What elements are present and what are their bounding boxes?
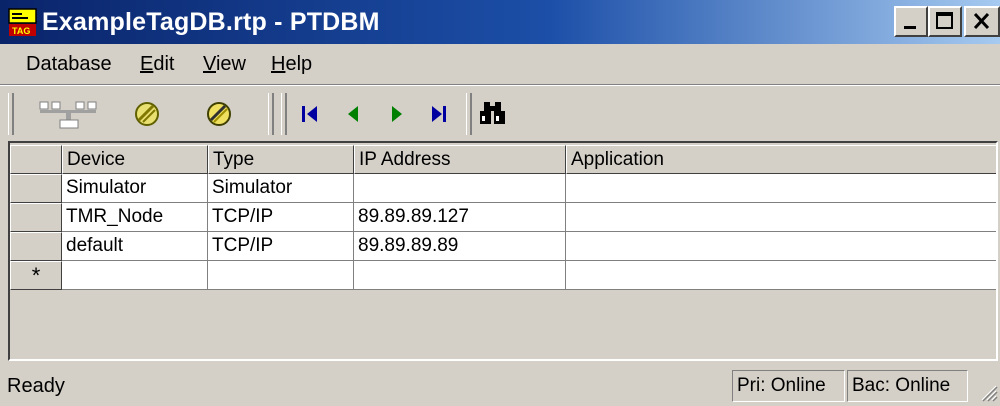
title-bar[interactable]: TAG ExampleTagDB.rtp - PTDBM bbox=[0, 0, 1000, 44]
cell-type[interactable] bbox=[208, 261, 354, 290]
menu-view[interactable]: View bbox=[203, 53, 246, 75]
cell-ip-address[interactable]: 89.89.89.127 bbox=[354, 203, 566, 232]
menu-database[interactable]: Database bbox=[26, 53, 112, 75]
column-header-ip-address[interactable]: IP Address bbox=[354, 145, 566, 174]
close-icon bbox=[973, 12, 990, 30]
last-record-icon[interactable] bbox=[429, 103, 449, 125]
column-header-device[interactable]: Device bbox=[62, 145, 208, 174]
tag-database-icon: TAG bbox=[8, 8, 37, 36]
primary-status-panel: Pri: Online bbox=[732, 370, 845, 402]
cell-device[interactable]: Simulator bbox=[62, 174, 208, 203]
network-icon[interactable] bbox=[38, 98, 100, 134]
column-header-application[interactable]: Application bbox=[566, 145, 996, 174]
next-record-icon[interactable] bbox=[388, 103, 406, 125]
menu-edit[interactable]: Edit bbox=[140, 53, 174, 75]
table-row[interactable]: TMR_Node TCP/IP 89.89.89.127 bbox=[10, 203, 996, 232]
cell-type[interactable]: TCP/IP bbox=[208, 203, 354, 232]
row-selector-header[interactable] bbox=[10, 145, 62, 174]
cell-application[interactable] bbox=[566, 261, 996, 290]
cell-ip-address[interactable] bbox=[354, 261, 566, 290]
minimize-button[interactable] bbox=[894, 6, 928, 37]
device-table[interactable]: Device Type IP Address Application Simul… bbox=[8, 141, 998, 361]
find-binoculars-icon[interactable] bbox=[478, 99, 508, 127]
toolbar-grip[interactable] bbox=[8, 93, 14, 135]
table-row[interactable]: Simulator Simulator bbox=[10, 174, 996, 203]
resize-grip-icon[interactable] bbox=[978, 382, 998, 402]
cell-ip-address[interactable] bbox=[354, 174, 566, 203]
svg-text:TAG: TAG bbox=[12, 26, 30, 36]
table-row[interactable]: default TCP/IP 89.89.89.89 bbox=[10, 232, 996, 261]
row-selector[interactable] bbox=[10, 174, 62, 203]
cell-ip-address[interactable]: 89.89.89.89 bbox=[354, 232, 566, 261]
menu-view-rest: iew bbox=[215, 53, 246, 75]
new-row-marker[interactable]: * bbox=[10, 261, 62, 290]
toolbar-divider bbox=[0, 84, 1000, 86]
cell-application[interactable] bbox=[566, 203, 996, 232]
menu-help[interactable]: Help bbox=[271, 53, 312, 75]
cell-device[interactable]: default bbox=[62, 232, 208, 261]
previous-record-icon[interactable] bbox=[344, 103, 362, 125]
toolbar-separator-2 bbox=[466, 93, 472, 135]
menu-view-key: V bbox=[203, 53, 216, 75]
menu-help-key: H bbox=[271, 53, 286, 75]
cell-type[interactable]: Simulator bbox=[208, 174, 354, 203]
column-header-type[interactable]: Type bbox=[208, 145, 354, 174]
first-record-icon[interactable] bbox=[300, 103, 320, 125]
row-selector[interactable] bbox=[10, 232, 62, 261]
cell-device[interactable]: TMR_Node bbox=[62, 203, 208, 232]
maximize-button[interactable] bbox=[928, 6, 962, 37]
table-header-row: Device Type IP Address Application bbox=[10, 145, 996, 174]
cell-device[interactable] bbox=[62, 261, 208, 290]
close-button[interactable] bbox=[964, 6, 1000, 37]
connect-icon[interactable] bbox=[205, 100, 233, 128]
menu-bar: Database Edit View Help bbox=[0, 44, 1000, 82]
window-title: ExampleTagDB.rtp - PTDBM bbox=[42, 8, 380, 36]
new-record-row[interactable]: * bbox=[10, 261, 996, 290]
toolbar-separator bbox=[268, 93, 274, 135]
row-selector[interactable] bbox=[10, 203, 62, 232]
toolbar-grip-2[interactable] bbox=[281, 93, 287, 135]
backup-status-panel: Bac: Online bbox=[847, 370, 968, 402]
cell-application[interactable] bbox=[566, 174, 996, 203]
minimize-icon bbox=[904, 26, 916, 29]
cell-application[interactable] bbox=[566, 232, 996, 261]
maximize-icon bbox=[936, 12, 953, 29]
menu-database-label: Database bbox=[26, 53, 112, 75]
application-window: TAG ExampleTagDB.rtp - PTDBM Database Ed… bbox=[0, 0, 1000, 406]
status-text: Ready bbox=[7, 375, 65, 397]
menu-edit-key: E bbox=[140, 53, 154, 75]
cell-type[interactable]: TCP/IP bbox=[208, 232, 354, 261]
menu-edit-rest: dit bbox=[153, 53, 175, 75]
menu-help-rest: elp bbox=[285, 53, 313, 75]
status-bar: Ready Pri: Online Bac: Online bbox=[0, 364, 1000, 406]
disconnect-icon[interactable] bbox=[133, 100, 161, 128]
